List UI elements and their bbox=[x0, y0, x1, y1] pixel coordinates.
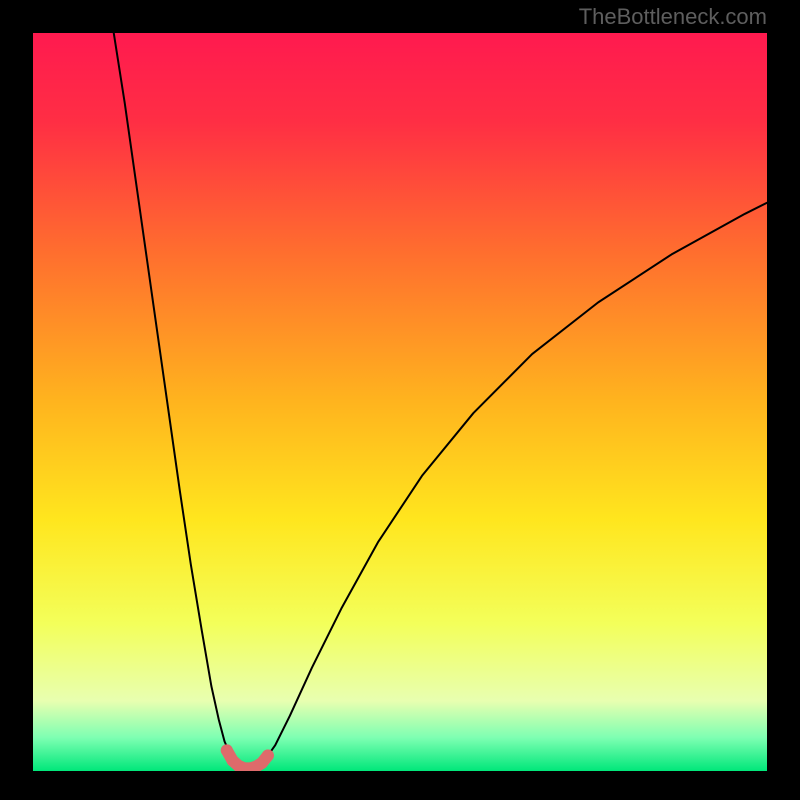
bottleneck-curve bbox=[114, 33, 767, 769]
watermark-text: TheBottleneck.com bbox=[579, 4, 767, 30]
plot-area bbox=[33, 33, 767, 771]
valley-marker-dot bbox=[262, 750, 274, 762]
curve-layer bbox=[33, 33, 767, 771]
valley-marker-dot bbox=[221, 744, 233, 756]
